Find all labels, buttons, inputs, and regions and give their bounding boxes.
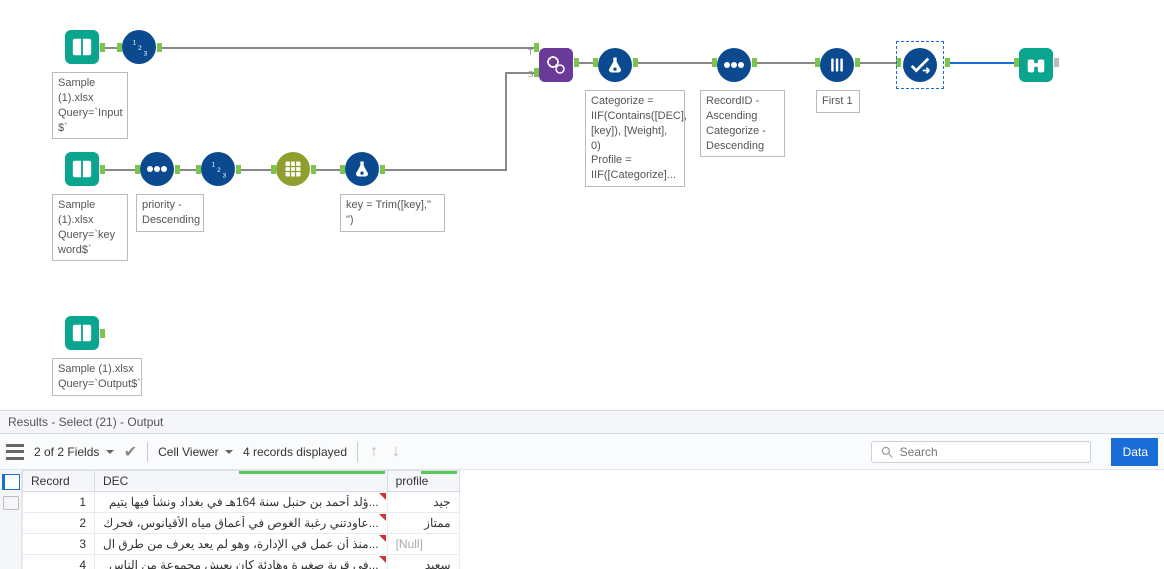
col-header-dec[interactable]: DEC <box>95 471 388 492</box>
records-displayed: 4 records displayed <box>243 445 347 459</box>
table-row[interactable]: 1 ...ؤلد أحمد بن حنبل سنة 164هـ في بغداد… <box>23 492 460 513</box>
append-fields-tool[interactable] <box>539 48 573 82</box>
input-data-tool-2[interactable] <box>65 152 99 186</box>
formula-tool-2[interactable] <box>598 48 632 82</box>
annotation-input3: Sample (1).xlsx Query=`Output$` <box>52 358 142 396</box>
svg-text:2: 2 <box>217 167 221 174</box>
search-input[interactable] <box>900 445 1082 459</box>
record-id-tool-1[interactable]: 123 <box>122 30 156 64</box>
input-data-tool-1[interactable] <box>65 30 99 64</box>
annotation-sort2: RecordID - Ascending Categorize - Descen… <box>700 90 785 157</box>
annotation-formula2: Categorize = IIF(Contains([DEC], [key]),… <box>585 90 685 187</box>
results-grid-area: Record DEC profile 1 ...ؤلد أحمد بن حنبل… <box>0 470 1164 569</box>
table-row[interactable]: 2 ...عاودتني رغبة الغوص في أعماق مياه ال… <box>23 513 460 534</box>
sort-tool-1[interactable] <box>140 152 174 186</box>
col-header-profile[interactable]: profile <box>387 471 459 492</box>
annotation-input1: Sample (1).xlsx Query=`Input $` <box>52 72 128 139</box>
formula-tool-1[interactable] <box>345 152 379 186</box>
grid-view-tab[interactable] <box>2 474 20 490</box>
annotation-sample: First 1 <box>816 90 860 113</box>
arrow-down-icon[interactable]: ↓ <box>390 443 402 461</box>
svg-text:3: 3 <box>223 172 227 179</box>
fields-dropdown[interactable]: 2 of 2 Fields <box>34 445 114 459</box>
browse-tool[interactable] <box>1019 48 1053 82</box>
side-tabs <box>0 470 22 569</box>
sort-tool-2[interactable] <box>717 48 751 82</box>
results-header: Results - Select (21) - Output <box>0 410 1164 434</box>
select-tool[interactable] <box>903 48 937 82</box>
search-box[interactable] <box>871 441 1091 463</box>
menu-icon[interactable] <box>6 444 24 460</box>
check-icon[interactable]: ✔ <box>124 442 137 462</box>
results-toolbar: 2 of 2 Fields ✔ Cell Viewer 4 records di… <box>0 434 1164 470</box>
annotation-input2: Sample (1).xlsx Query=`key word$` <box>52 194 128 261</box>
col-header-record[interactable]: Record <box>23 471 95 492</box>
workflow-canvas[interactable]: 123 Sample (1).xlsx Query=`Input $` T S … <box>0 0 1164 410</box>
svg-text:1: 1 <box>133 39 137 46</box>
svg-text:1: 1 <box>212 161 216 168</box>
record-id-tool-2[interactable]: 123 <box>201 152 235 186</box>
data-button[interactable]: Data <box>1111 438 1158 466</box>
arrow-up-icon[interactable]: ↑ <box>368 443 380 461</box>
annotation-sort1: priority - Descending <box>136 194 204 232</box>
annotation-formula1: key = Trim([key]," ") <box>340 194 445 232</box>
alt-view-tab[interactable] <box>3 496 19 510</box>
svg-text:2: 2 <box>138 45 142 52</box>
input-data-tool-3[interactable] <box>65 316 99 350</box>
cell-viewer-dropdown[interactable]: Cell Viewer <box>158 445 233 459</box>
tile-tool[interactable] <box>276 152 310 186</box>
sample-tool[interactable] <box>820 48 854 82</box>
svg-text:3: 3 <box>144 50 148 57</box>
table-row[interactable]: 4 ...في قرية صغيرة وهادئة كان يعيش مجموع… <box>23 555 460 569</box>
search-icon <box>880 445 894 459</box>
table-row[interactable]: 3 ...منذ أن عمل في الإدارة، وهو لم يعد ي… <box>23 534 460 555</box>
results-table[interactable]: Record DEC profile 1 ...ؤلد أحمد بن حنبل… <box>22 470 460 569</box>
